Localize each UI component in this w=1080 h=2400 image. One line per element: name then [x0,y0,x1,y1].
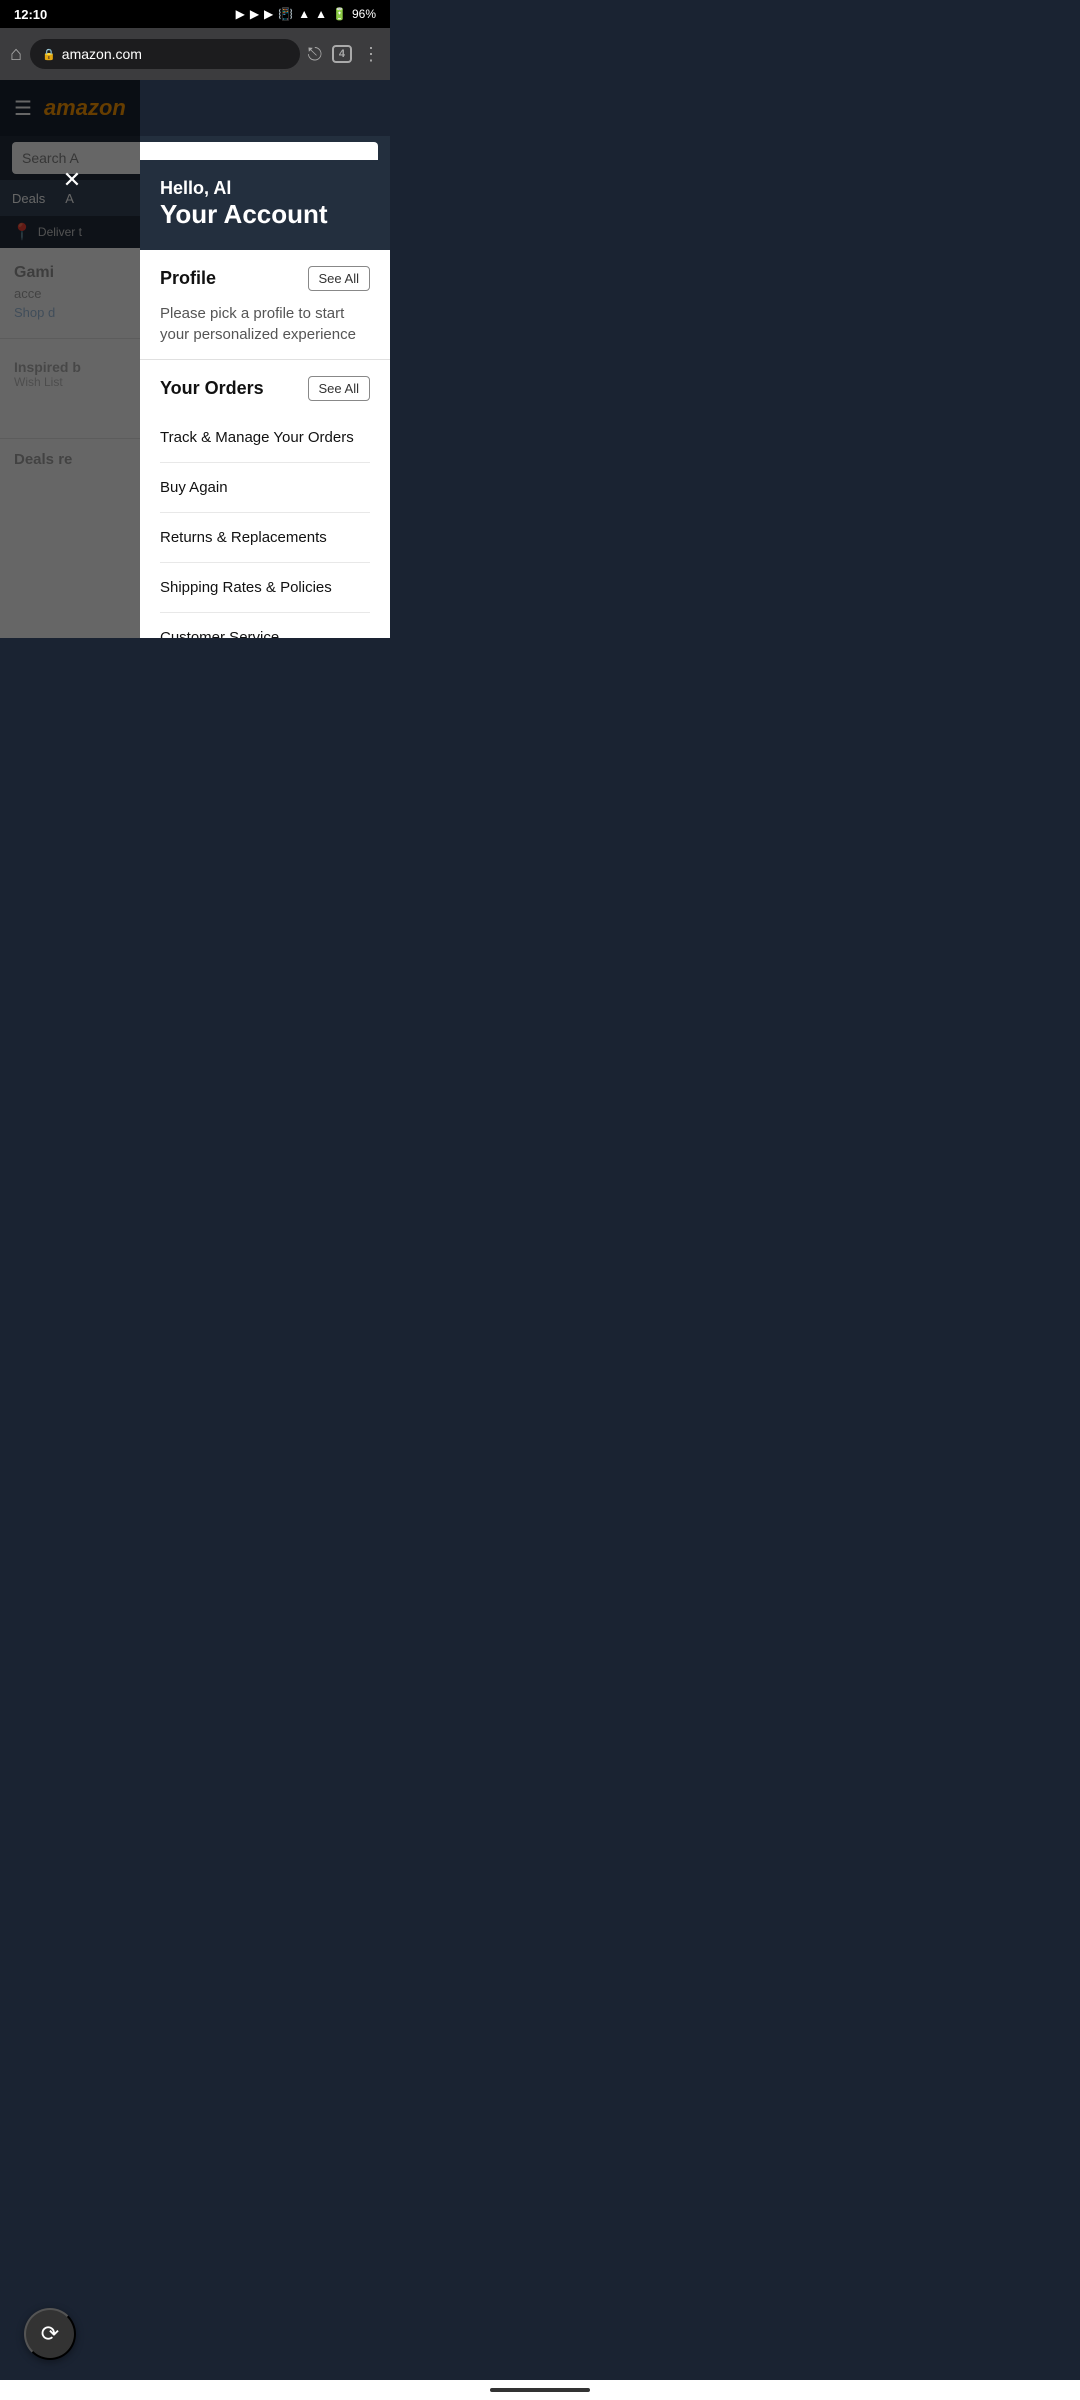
track-manage-orders-item[interactable]: Track & Manage Your Orders [160,413,370,463]
amazon-logo-text: amaz [44,95,99,120]
location-icon: 📍 [12,222,32,242]
account-title: Your Account [160,199,370,230]
url-bar[interactable]: 🔒 amazon.com [30,39,300,69]
customer-service-item[interactable]: Customer Service [160,613,370,638]
hamburger-icon[interactable]: ☰ [14,96,32,121]
wifi-icon: ▲ [298,7,310,21]
buy-again-item[interactable]: Buy Again [160,463,370,513]
vibrate-icon: 📳 [278,7,293,21]
orders-see-all-button[interactable]: See All [308,376,370,401]
browser-actions: ⎋ 4 ⋮ [308,44,380,65]
amazon-logo-accent: on [99,95,126,120]
profile-description: Please pick a profile to start your pers… [160,303,370,345]
youtube-icon2: ▶ [250,7,259,21]
home-indicator-bar [490,2388,590,2392]
returns-replacements-item[interactable]: Returns & Replacements [160,513,370,563]
youtube-icon3: ▶ [264,7,273,21]
browser-home-icon[interactable]: ⌂ [10,43,22,66]
nav-deals: Deals [12,191,45,206]
amazon-background: ✕ ☰ amazon Search A Deals A 📍 Deliver t … [0,80,390,638]
tab-count[interactable]: 4 [332,45,352,63]
deliver-text: Deliver t [38,225,82,239]
share-icon[interactable]: ⎋ [308,44,322,65]
more-icon[interactable]: ⋮ [362,44,380,65]
shipping-rates-item[interactable]: Shipping Rates & Policies [160,563,370,613]
status-bar: 12:10 ▶ ▶ ▶ 📳 ▲ ▲ 🔋 96% [0,0,390,28]
profile-section-title: Profile [160,268,216,289]
orders-section-header: Your Orders See All [160,376,370,401]
battery-icon: 🔋 [332,7,347,21]
home-indicator [0,2380,1080,2400]
amazon-header: ☰ amazon [0,80,390,136]
greeting-text: Hello, Al [160,178,370,199]
url-text: amazon.com [62,46,142,62]
youtube-icon1: ▶ [236,7,245,21]
battery-percent: 96% [352,7,376,21]
panel-header: Hello, Al Your Account [140,160,390,250]
profile-section: Profile See All Please pick a profile to… [140,250,390,360]
status-time: 12:10 [14,7,47,22]
account-side-panel: Hello, Al Your Account Profile See All P… [140,160,390,638]
lock-icon: 🔒 [42,48,56,61]
profile-section-header: Profile See All [160,266,370,291]
orders-menu: Track & Manage Your Orders Buy Again Ret… [160,413,370,638]
orders-section: Your Orders See All Track & Manage Your … [140,360,390,638]
browser-bar: ⌂ 🔒 amazon.com ⎋ 4 ⋮ [0,28,390,80]
signal-icon: ▲ [315,7,327,21]
orders-section-title: Your Orders [160,378,264,399]
refresh-button[interactable]: ⟳ [24,2308,76,2360]
profile-see-all-button[interactable]: See All [308,266,370,291]
close-panel-button[interactable]: ✕ [52,160,92,200]
amazon-logo: amazon [44,95,126,121]
status-icons: ▶ ▶ ▶ 📳 ▲ ▲ 🔋 96% [236,7,376,21]
